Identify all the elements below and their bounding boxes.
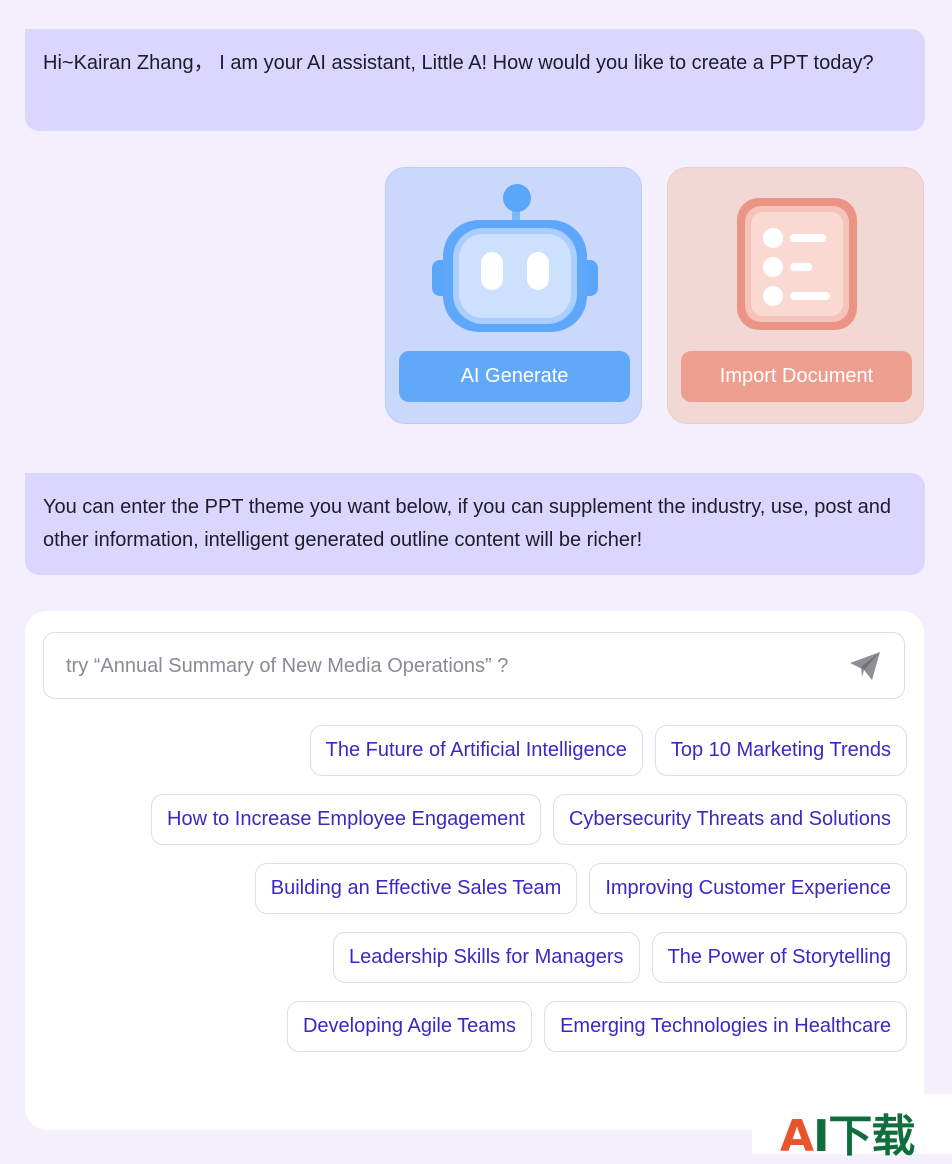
assistant-instruction-message: You can enter the PPT theme you want bel… — [25, 473, 925, 575]
suggestion-chip[interactable]: The Power of Storytelling — [651, 932, 907, 983]
suggestion-row: Leadership Skills for Managers The Power… — [43, 932, 907, 983]
suggestion-chip[interactable]: Cybersecurity Threats and Solutions — [552, 794, 907, 845]
import-document-button[interactable]: Import Document — [681, 351, 912, 402]
suggestion-row: How to Increase Employee Engagement Cybe… — [43, 794, 907, 845]
send-icon[interactable] — [848, 650, 882, 682]
suggestion-chip[interactable]: Developing Agile Teams — [286, 1001, 533, 1052]
ai-generate-button[interactable]: AI Generate — [399, 351, 630, 402]
watermark-rest: I下载 — [813, 1111, 915, 1162]
assistant-greeting-message: Hi~Kairan Zhang， I am your AI assistant,… — [25, 29, 925, 131]
suggestion-chip[interactable]: Improving Customer Experience — [589, 863, 907, 914]
ai-generate-card[interactable]: AI Generate — [385, 167, 642, 424]
watermark-logo: AI下载 — [752, 1094, 952, 1162]
suggestion-chip[interactable]: The Future of Artificial Intelligence — [309, 725, 643, 776]
suggestion-chip[interactable]: Leadership Skills for Managers — [332, 932, 640, 983]
watermark-accent: A — [780, 1111, 814, 1162]
suggestion-chip[interactable]: Building an Effective Sales Team — [254, 863, 578, 914]
suggestion-row: Building an Effective Sales Team Improvi… — [43, 863, 907, 914]
suggestion-list: The Future of Artificial Intelligence To… — [43, 725, 907, 1070]
theme-input-box — [43, 632, 905, 700]
input-panel: The Future of Artificial Intelligence To… — [25, 611, 924, 1130]
theme-input[interactable] — [64, 633, 828, 700]
import-document-card[interactable]: Import Document — [667, 167, 924, 424]
suggestion-chip[interactable]: Emerging Technologies in Healthcare — [544, 1001, 907, 1052]
suggestion-chip[interactable]: How to Increase Employee Engagement — [151, 794, 541, 845]
instruction-text: You can enter the PPT theme you want bel… — [43, 496, 891, 551]
greeting-text: Hi~Kairan Zhang， I am your AI assistant,… — [43, 52, 874, 74]
suggestion-chip[interactable]: Top 10 Marketing Trends — [654, 725, 907, 776]
suggestion-row: The Future of Artificial Intelligence To… — [43, 725, 907, 776]
suggestion-row: Developing Agile Teams Emerging Technolo… — [43, 1001, 907, 1052]
